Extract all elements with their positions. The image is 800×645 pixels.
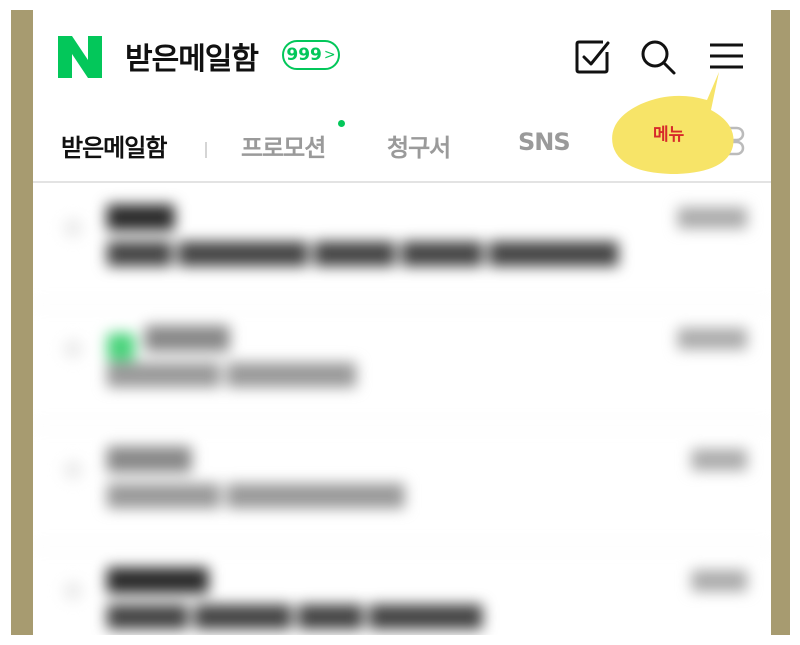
page-title[interactable]: 받은메일함 — [125, 34, 259, 78]
mail-date: ████ — [691, 571, 747, 592]
checkbox-icon[interactable] — [573, 38, 611, 76]
mail-row[interactable]: █████ ███████ ███████████ ████ — [33, 426, 771, 547]
mail-app-screen: 받은메일함 999 > 받은메일함 프로모션 청구서 SNS ████ ████… — [33, 10, 771, 635]
tab-inbox[interactable]: 받은메일함 — [61, 128, 167, 163]
new-indicator-dot — [338, 120, 345, 127]
mail-sender: █████ — [107, 448, 192, 473]
unread-count-badge[interactable]: 999 > — [282, 40, 340, 70]
mail-subject: ███████ ███████████ — [107, 484, 405, 508]
chevron-right-icon: > — [323, 47, 336, 63]
sender-avatar — [107, 333, 135, 361]
mail-row[interactable]: ██████ █████ ██████ ████ ███████ ████ — [33, 547, 771, 635]
frame-right — [771, 10, 790, 635]
naver-logo[interactable] — [58, 36, 102, 78]
tab-bills[interactable]: 청구서 — [387, 128, 451, 163]
mail-list: ████ ████ ████████ █████ █████ ████████ … — [33, 184, 771, 635]
tab-promotion[interactable]: 프로모션 — [241, 128, 326, 163]
mail-subject: ███████ ████████ — [107, 363, 356, 387]
unread-count: 999 — [286, 45, 322, 65]
mail-date: █████ — [677, 208, 747, 229]
row-select-circle[interactable] — [63, 339, 83, 359]
row-select-circle[interactable] — [63, 581, 83, 601]
mail-row[interactable]: █████ ███████ ████████ █████ — [33, 305, 771, 426]
row-select-circle[interactable] — [63, 460, 83, 480]
mail-sender: █████ — [145, 327, 230, 352]
mail-row[interactable]: ████ ████ ████████ █████ █████ ████████ … — [33, 184, 771, 305]
callout-label: 메뉴 — [653, 125, 685, 145]
row-select-circle[interactable] — [63, 218, 83, 238]
tab-sns[interactable]: SNS — [518, 128, 571, 156]
mail-subject: █████ ██████ ████ ███████ — [107, 605, 483, 629]
mail-subject: ████ ████████ █████ █████ ████████ — [107, 242, 619, 266]
mail-sender: ██████ — [107, 569, 209, 594]
mail-date: █████ — [677, 329, 747, 350]
tab-separator — [205, 142, 207, 158]
frame-left — [11, 10, 33, 635]
mail-sender: ████ — [107, 206, 175, 231]
mail-date: ████ — [691, 450, 747, 471]
